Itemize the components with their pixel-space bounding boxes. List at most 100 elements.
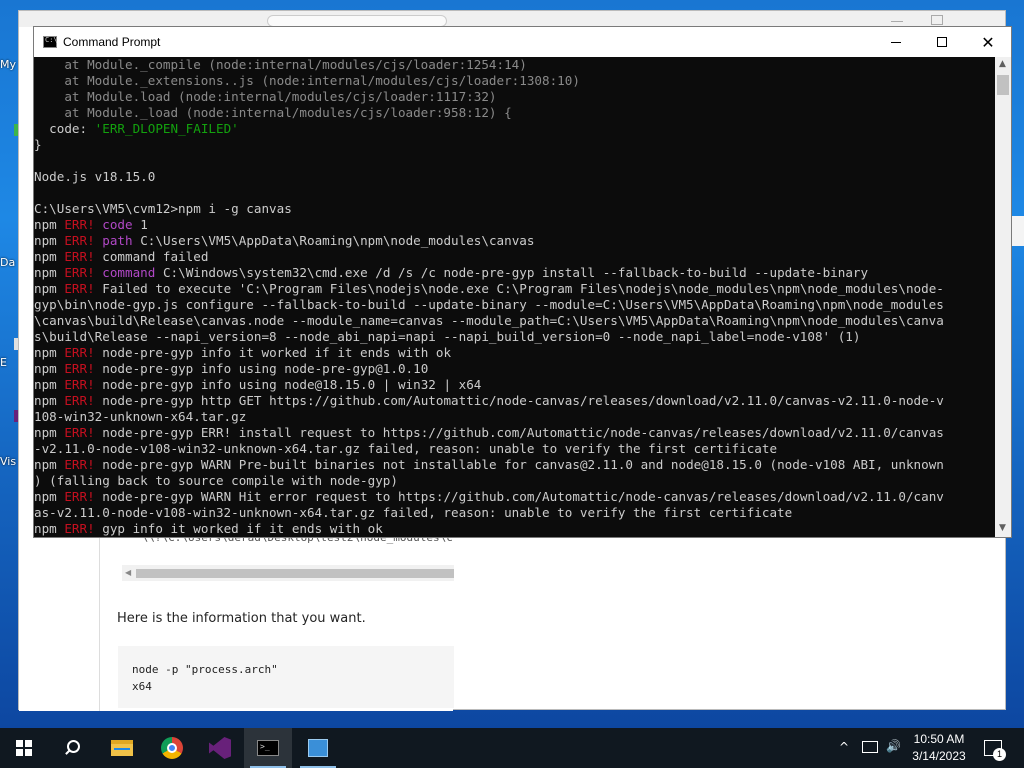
taskbar-control-panel[interactable] [294, 728, 342, 768]
console-text-segment: npm [34, 521, 65, 536]
console-text-segment: ERR! [64, 361, 95, 376]
search-icon [64, 740, 80, 756]
minimize-button[interactable] [873, 27, 919, 57]
console-line: 108-win32-unknown-x64.tar.gz [34, 409, 995, 425]
close-button[interactable]: ✕ [965, 27, 1011, 57]
clock-date: 3/14/2023 [912, 749, 966, 763]
browser-minimize-icon[interactable] [891, 21, 903, 22]
desktop-icon-label[interactable]: E [0, 356, 7, 369]
console-text-segment: ERR! [64, 521, 95, 536]
console-text-segment: ERR! [64, 217, 95, 232]
vertical-scrollbar[interactable]: ▲ ▼ [995, 57, 1011, 537]
taskbar-command-prompt[interactable]: >_ [244, 728, 292, 768]
console-line: C:\Users\VM5\cvm12>npm i -g canvas [34, 201, 995, 217]
console-text-segment: ERR! [64, 489, 95, 504]
console-text-segment: at Module._compile (node:internal/module… [34, 57, 527, 72]
console-line: gyp\bin\node-gyp.js configure --fallback… [34, 297, 995, 313]
console-text-segment: ERR! [64, 425, 95, 440]
console-line: ) (falling back to source compile with n… [34, 473, 995, 489]
title-bar[interactable]: C:\ Command Prompt ✕ [34, 27, 1011, 57]
console-text-segment: npm [34, 361, 65, 376]
desktop-icon-label[interactable]: Vis [0, 455, 16, 468]
scrollbar-thumb[interactable] [136, 569, 454, 578]
code-line: x64 [132, 680, 152, 693]
console-text-segment: node-pre-gyp info using node@18.15.0 | w… [94, 377, 482, 392]
console-line: npm ERR! node-pre-gyp info using node@18… [34, 377, 995, 393]
console-line: npm ERR! path C:\Users\VM5\AppData\Roami… [34, 233, 995, 249]
console-text-segment: ERR! [64, 345, 95, 360]
console-text-segment: ) (falling back to source compile with n… [34, 473, 398, 488]
maximize-button[interactable] [919, 27, 965, 57]
taskbar-chrome[interactable] [148, 728, 196, 768]
console-text-segment: npm [34, 265, 65, 280]
console-line: Node.js v18.15.0 [34, 169, 995, 185]
console-line: npm ERR! Failed to execute 'C:\Program F… [34, 281, 995, 297]
maximize-icon [937, 37, 947, 47]
notification-count-badge: 1 [993, 748, 1006, 761]
console-text-segment: node-pre-gyp WARN Pre-built binaries not… [94, 457, 944, 472]
console-line: } [34, 137, 995, 153]
taskbar: >_ ^ 🔊 10:50 AM 3/14/2023 1 [0, 728, 1024, 768]
console-text-segment: Failed to execute 'C:\Program Files\node… [94, 281, 944, 296]
network-icon[interactable] [862, 741, 878, 753]
desktop-icon-label[interactable]: Da [0, 256, 15, 269]
console-text-segment: gyp\bin\node-gyp.js configure --fallback… [34, 297, 944, 312]
console-text-segment: npm [34, 457, 65, 472]
console-text-segment: at Module.load (node:internal/modules/cj… [34, 89, 497, 104]
console-text-segment: command [94, 265, 156, 280]
desktop-icon-label[interactable]: My [0, 58, 16, 71]
show-hidden-icons-chevron-icon[interactable]: ^ [839, 740, 849, 754]
console-text-segment: npm [34, 489, 65, 504]
window-title: Command Prompt [63, 35, 161, 49]
scroll-left-icon[interactable]: ◀ [125, 568, 131, 577]
browser-left-pane [19, 541, 99, 711]
scroll-down-icon[interactable]: ▼ [999, 523, 1006, 533]
console-text-segment: npm [34, 345, 65, 360]
console-line: code: 'ERR_DLOPEN_FAILED' [34, 121, 995, 137]
volume-icon[interactable]: 🔊 [886, 739, 901, 753]
console-text-segment: ERR! [64, 265, 95, 280]
file-explorer-icon [111, 740, 133, 756]
console-text-segment: C:\Users\VM5\AppData\Roaming\npm\node_mo… [132, 233, 535, 248]
console-line: npm ERR! command C:\Windows\system32\cmd… [34, 265, 995, 281]
taskbar-file-explorer[interactable] [98, 728, 146, 768]
horizontal-scrollbar[interactable]: ◀ [122, 565, 454, 581]
console-text-segment: ERR! [64, 393, 95, 408]
clock-time: 10:50 AM [913, 732, 965, 746]
console-output[interactable]: at Module._compile (node:internal/module… [34, 57, 995, 537]
console-line: \canvas\build\Release\canvas.node --modu… [34, 313, 995, 329]
console-text-segment: 'ERR_DLOPEN_FAILED' [94, 121, 239, 136]
taskbar-visual-studio[interactable] [196, 728, 244, 768]
console-line: npm ERR! node-pre-gyp ERR! install reque… [34, 425, 995, 441]
console-text-segment: node-pre-gyp http GET https://github.com… [94, 393, 944, 408]
console-text-segment: npm [34, 377, 65, 392]
minimize-icon [891, 41, 901, 43]
scrollbar-thumb[interactable] [997, 75, 1009, 95]
console-text-segment: s\build\Release --napi_version=8 --node_… [34, 329, 861, 344]
console-text-segment: ERR! [64, 249, 95, 264]
console-text-segment: gyp info it worked if it ends with ok [94, 521, 383, 536]
scroll-up-icon[interactable]: ▲ [999, 59, 1006, 69]
command-prompt-icon: >_ [257, 740, 279, 756]
console-text-segment: node-pre-gyp info using node-pre-gyp@1.0… [94, 361, 429, 376]
console-line: s\build\Release --napi_version=8 --node_… [34, 329, 995, 345]
close-icon: ✕ [981, 32, 995, 52]
console-text-segment: npm [34, 281, 65, 296]
browser-maximize-icon[interactable] [931, 15, 943, 25]
console-text-segment: as-v2.11.0-node-v108-win32-unknown-x64.t… [34, 505, 793, 520]
console-text-segment: ERR! [64, 377, 95, 392]
chrome-icon [161, 737, 183, 759]
console-text-segment: node-pre-gyp info it worked if it ends w… [94, 345, 452, 360]
search-button[interactable] [48, 728, 96, 768]
command-prompt-window[interactable]: C:\ Command Prompt ✕ at Module._compile … [33, 26, 1012, 538]
start-button[interactable] [0, 728, 48, 768]
clock[interactable]: 10:50 AM 3/14/2023 [905, 731, 973, 765]
command-prompt-icon: C:\ [43, 36, 58, 48]
console-text-segment: Node.js v18.15.0 [34, 169, 156, 184]
console-text-segment: node-pre-gyp ERR! install request to htt… [94, 425, 944, 440]
control-panel-icon [308, 739, 328, 757]
console-line: at Module._extensions..js (node:internal… [34, 73, 995, 89]
console-text-segment: \canvas\build\Release\canvas.node --modu… [34, 313, 944, 328]
